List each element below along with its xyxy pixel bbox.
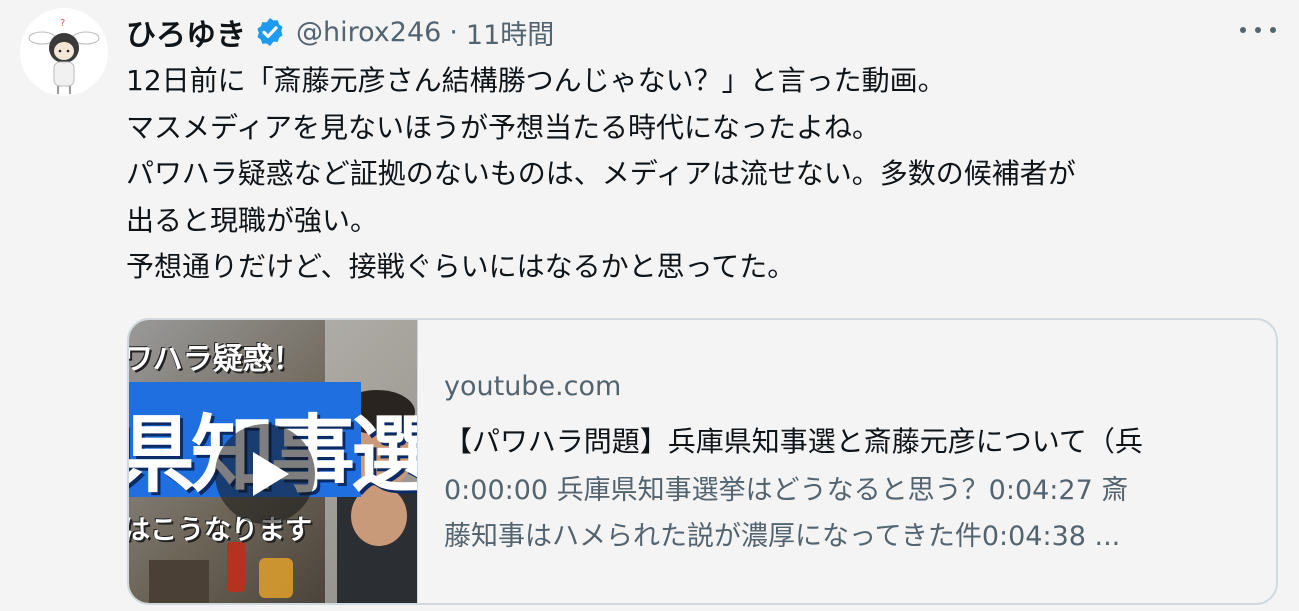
tweet-text-line: マスメディアを見ないほうが予想当たる時代になったよね。 xyxy=(126,110,881,144)
tweet-text-line: 12日前に「斎藤元彦さん結構勝つんじゃない？」と言った動画。 xyxy=(126,64,946,97)
card-description-line: 0:00:00 兵庫県知事選挙はどうなると思う？0:04:27 斎 xyxy=(444,475,1129,506)
verified-badge-icon xyxy=(254,16,286,48)
tweet-text-line: 予想通りだけど、接戦ぐらいにはなるかと思ってた。 xyxy=(126,250,796,283)
tweet-text-line: 出ると現職が強い。 xyxy=(126,203,379,237)
card-title: 【パワハラ問題】兵庫県知事選と斎藤元彦について（兵 xyxy=(444,425,1143,458)
tweet-text: 12日前に「斎藤元彦さん結構勝つんじゃない？」と言った動画。 マスメディアを見な… xyxy=(126,58,1276,291)
tweet[interactable]: ? ひろゆき @hirox246 · 11時間 12日前に「斎藤元彦さん結構勝つ… xyxy=(0,0,1299,611)
tweet-header: ひろゆき @hirox246 · 11時間 xyxy=(126,10,554,54)
card-info[interactable]: youtube.com 【パワハラ問題】兵庫県知事選と斎藤元彦について（兵 0:… xyxy=(444,320,1252,603)
svg-text:?: ? xyxy=(60,18,65,29)
card-description: 0:00:00 兵庫県知事選挙はどうなると思う？0:04:27 斎 藤知事はハメ… xyxy=(444,468,1252,560)
card-description-line: 藤知事はハメられた説が濃厚になってきた件0:04:38 ... xyxy=(444,521,1121,552)
card-domain: youtube.com xyxy=(444,371,622,402)
link-preview-card[interactable]: ワハラ疑惑！ 県知事選 はこうなります youtube.com 【パワハラ問題】… xyxy=(127,318,1278,605)
more-options-icon[interactable] xyxy=(1238,22,1278,38)
timestamp[interactable]: 11時間 xyxy=(466,13,554,52)
play-icon[interactable] xyxy=(215,424,315,524)
separator-dot: · xyxy=(449,16,458,48)
display-name[interactable]: ひろゆき xyxy=(126,10,246,54)
thumbnail-caption-top: ワハラ疑惑！ xyxy=(129,342,303,377)
user-handle[interactable]: @hirox246 xyxy=(296,17,441,48)
video-thumbnail[interactable]: ワハラ疑惑！ 県知事選 はこうなります xyxy=(129,320,418,603)
tweet-text-line: パワハラ疑惑など証拠のないものは、メディアは流せない。多数の候補者が xyxy=(126,157,1076,190)
avatar[interactable]: ? xyxy=(20,8,108,96)
